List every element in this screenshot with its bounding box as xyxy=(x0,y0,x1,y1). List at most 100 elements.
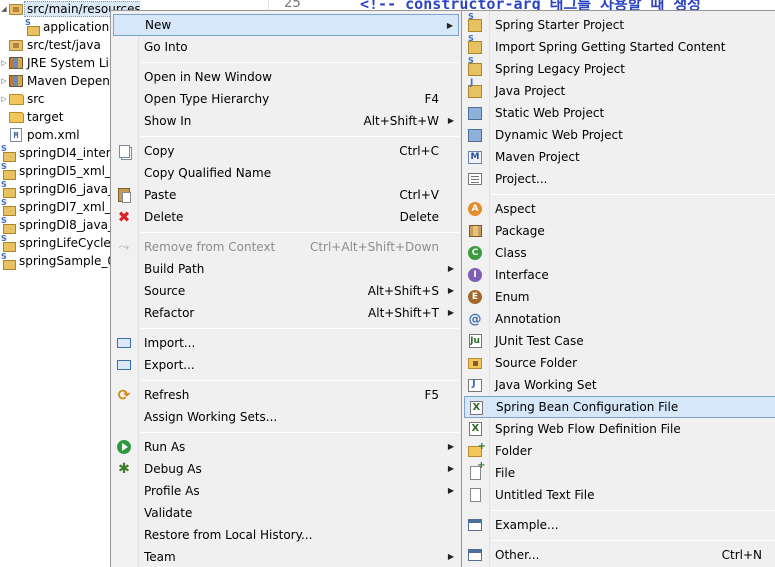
submenu-arrow-icon: ▶ xyxy=(447,442,454,451)
tree-expand-arrow-icon[interactable]: ▷ xyxy=(0,77,8,85)
menu-item-copy[interactable]: Copy Ctrl+C xyxy=(113,140,459,162)
menu-item-example[interactable]: Example... xyxy=(464,514,775,536)
menu-item-spring-legacy-project[interactable]: Spring Legacy Project xyxy=(464,56,775,80)
menu-item-spring-web-flow-definition-file[interactable]: Spring Web Flow Definition File xyxy=(464,418,775,440)
menu-item-import-spring-getting-started[interactable]: Import Spring Getting Started Content xyxy=(464,34,775,58)
tree-item-label: src xyxy=(27,92,45,106)
folder-icon xyxy=(8,92,24,106)
menu-item-shortcut: Ctrl+C xyxy=(399,144,439,158)
menu-item-shortcut: Ctrl+Alt+Shift+Down xyxy=(309,240,439,254)
menu-item-spring-bean-configuration-file[interactable]: Spring Bean Configuration File xyxy=(464,396,775,418)
spring-project-icon xyxy=(467,56,483,77)
menu-item-export[interactable]: Export... xyxy=(113,354,459,376)
menu-item-java-working-set[interactable]: Java Working Set xyxy=(464,374,775,396)
menu-item-show-in[interactable]: Show In Alt+Shift+W ▶ xyxy=(113,110,459,132)
menu-item-label: Java Project xyxy=(495,84,566,98)
working-set-icon xyxy=(467,377,483,393)
menu-item-junit-test-case[interactable]: Ju JUnit Test Case xyxy=(464,330,775,352)
tree-expand-arrow-icon[interactable]: ◢ xyxy=(0,5,8,13)
menu-item-static-web-project[interactable]: Static Web Project xyxy=(464,102,775,124)
other-icon xyxy=(467,547,483,563)
menu-item-label: Run As xyxy=(144,440,186,454)
tree-expand-arrow-icon[interactable]: ▷ xyxy=(0,95,8,103)
menu-item-import[interactable]: Import... xyxy=(113,332,459,354)
menu-item-label: Paste xyxy=(144,188,177,202)
library-icon xyxy=(8,56,24,70)
tree-item-label: springLifeCycle_0 xyxy=(19,236,125,250)
tree-item-label: applicationC xyxy=(43,20,118,34)
tree-item-label: pom.xml xyxy=(27,128,80,142)
menu-item-open-type-hierarchy[interactable]: Open Type Hierarchy F4 xyxy=(113,88,459,110)
menu-item-refresh[interactable]: ⟳ Refresh F5 xyxy=(113,384,459,406)
spring-project-icon xyxy=(0,180,16,198)
class-icon: C xyxy=(467,245,483,261)
menu-item-enum[interactable]: E Enum xyxy=(464,286,775,308)
menu-item-shortcut: F4 xyxy=(424,92,439,106)
paste-icon xyxy=(116,187,132,203)
menu-item-other[interactable]: Other... Ctrl+N xyxy=(464,544,775,566)
menu-item-shortcut: Delete xyxy=(399,210,439,224)
menu-item-source[interactable]: Source Alt+Shift+S ▶ xyxy=(113,280,459,302)
menu-separator xyxy=(141,328,459,329)
tree-expand-arrow-icon[interactable]: ▷ xyxy=(0,59,8,67)
menu-item-package[interactable]: Package xyxy=(464,220,775,242)
menu-item-project[interactable]: Project... xyxy=(464,168,775,190)
menu-item-validate[interactable]: Validate xyxy=(113,502,459,524)
example-icon xyxy=(467,517,483,533)
menu-item-label: Delete xyxy=(144,210,184,224)
spring-bean-icon xyxy=(467,421,483,437)
package-icon xyxy=(467,223,483,239)
menu-item-go-into[interactable]: Go Into xyxy=(113,36,459,58)
menu-item-label: Spring Web Flow Definition File xyxy=(495,422,681,436)
menu-item-label: Refresh xyxy=(144,388,190,402)
menu-item-source-folder[interactable]: Source Folder xyxy=(464,352,775,374)
menu-item-new[interactable]: New ▶ xyxy=(113,14,459,36)
menu-item-team[interactable]: Team ▶ xyxy=(113,546,459,567)
menu-item-java-project[interactable]: Java Project xyxy=(464,78,775,102)
annotation-icon: @ xyxy=(468,311,482,327)
menu-item-file[interactable]: File xyxy=(464,460,775,484)
menu-item-label: Copy xyxy=(144,144,175,158)
tree-item-label: JRE System Lib xyxy=(27,56,117,70)
menu-item-refactor[interactable]: Refactor Alt+Shift+T ▶ xyxy=(113,302,459,324)
package-folder-icon xyxy=(8,2,24,16)
menu-item-label: Source xyxy=(144,284,186,298)
submenu-arrow-icon: ▶ xyxy=(447,116,454,125)
menu-item-paste[interactable]: Paste Ctrl+V xyxy=(113,184,459,206)
spring-project-icon xyxy=(0,162,16,180)
menu-item-shortcut: Alt+Shift+W xyxy=(363,114,440,128)
menu-item-delete[interactable]: ✖ Delete Delete xyxy=(113,206,459,228)
tree-item-label: src/test/java xyxy=(27,38,101,52)
menu-item-restore-from-local-history[interactable]: Restore from Local History... xyxy=(113,524,459,546)
menu-item-dynamic-web-project[interactable]: Dynamic Web Project xyxy=(464,124,775,146)
menu-item-folder[interactable]: Folder xyxy=(464,440,775,462)
remove-context-icon: ⤳ xyxy=(118,239,130,255)
menu-item-profile-as[interactable]: Profile As ▶ xyxy=(113,480,459,502)
menu-item-shortcut: Alt+Shift+T xyxy=(368,306,439,320)
spring-project-icon xyxy=(0,144,16,162)
menu-item-label: Spring Starter Project xyxy=(495,18,625,32)
menu-item-maven-project[interactable]: M Maven Project xyxy=(464,146,775,168)
menu-item-aspect[interactable]: A Aspect xyxy=(464,198,775,220)
menu-item-copy-qualified-name[interactable]: Copy Qualified Name xyxy=(113,162,459,184)
menu-item-assign-working-sets[interactable]: Assign Working Sets... xyxy=(113,406,459,428)
menu-separator xyxy=(492,510,775,511)
menu-item-build-path[interactable]: Build Path ▶ xyxy=(113,258,459,280)
menu-item-interface[interactable]: I Interface xyxy=(464,264,775,286)
menu-item-label: Example... xyxy=(495,518,559,532)
menu-item-label: New xyxy=(145,18,172,32)
menu-item-open-in-new-window[interactable]: Open in New Window xyxy=(113,66,459,88)
menu-item-label: Export... xyxy=(144,358,195,372)
submenu-arrow-icon: ▶ xyxy=(447,308,454,317)
menu-item-label: Open Type Hierarchy xyxy=(144,92,270,106)
menu-item-run-as[interactable]: Run As ▶ xyxy=(113,436,459,458)
menu-item-label: Validate xyxy=(144,506,193,520)
menu-item-label: Refactor xyxy=(144,306,195,320)
menu-item-untitled-text-file[interactable]: Untitled Text File xyxy=(464,484,775,506)
menu-item-class[interactable]: C Class xyxy=(464,242,775,264)
menu-item-label: Java Working Set xyxy=(495,378,597,392)
menu-item-annotation[interactable]: @ Annotation xyxy=(464,308,775,330)
copy-icon xyxy=(116,143,132,159)
menu-item-spring-starter-project[interactable]: Spring Starter Project xyxy=(464,12,775,36)
menu-item-debug-as[interactable]: ✱ Debug As ▶ xyxy=(113,458,459,480)
